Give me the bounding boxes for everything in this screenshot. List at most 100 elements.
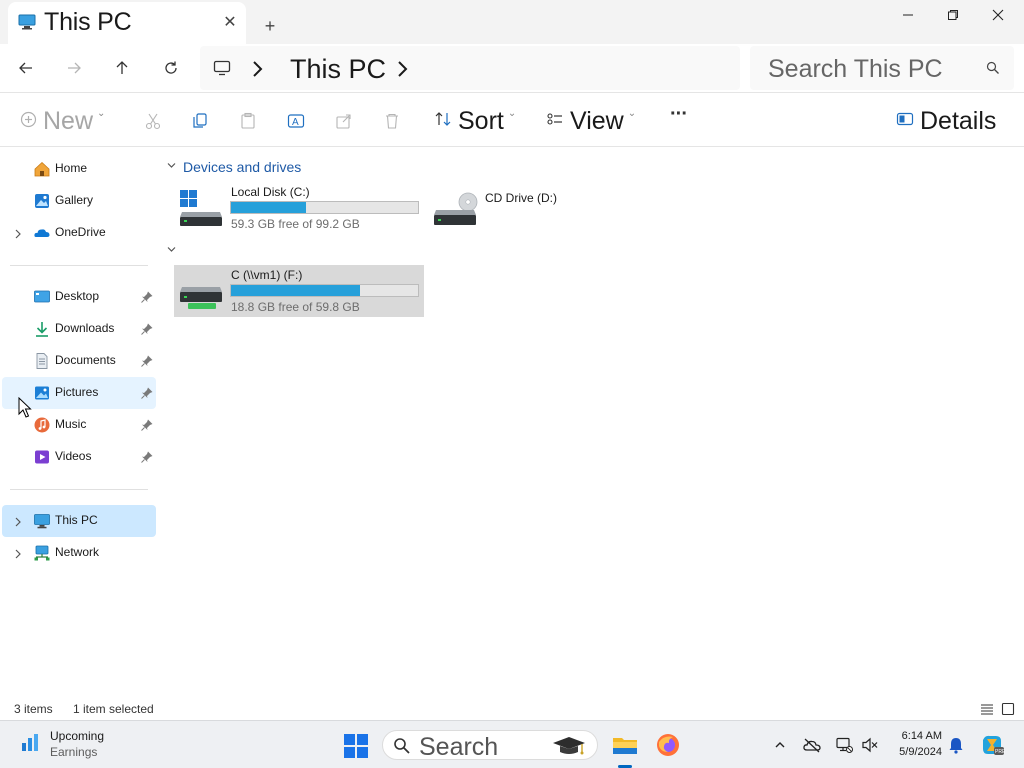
sidebar-item-onedrive[interactable]: OneDrive [2,217,156,249]
delete-icon[interactable] [382,111,402,131]
pin-icon[interactable] [140,386,154,400]
view-button[interactable]: View ⌄ [546,107,636,136]
tiles-view-icon[interactable] [1001,702,1015,721]
network-status-icon[interactable] [834,735,854,755]
copilot-icon[interactable]: PRE [978,731,1006,759]
title-tab-bar: This PC ✕ + [0,0,1024,44]
close-tab-icon[interactable]: ✕ [220,12,240,32]
pin-icon[interactable] [140,290,154,304]
selection-count: 1 item selected [73,702,154,716]
sidebar-item-home[interactable]: Home [2,153,156,185]
cd-drive-icon [434,190,478,230]
tab-this-pc[interactable]: This PC ✕ [8,2,246,44]
pictures-icon [33,384,51,402]
chevron-right-icon[interactable] [12,547,24,559]
sidebar-item-videos[interactable]: Videos [2,441,156,473]
forward-button[interactable] [58,52,90,84]
file-explorer-taskbar-icon[interactable] [611,731,639,759]
file-list: Devices and drives Local Disk (C:) 59.3 … [160,148,1024,700]
share-icon[interactable] [334,111,354,131]
details-view-icon[interactable] [980,702,994,721]
firefox-taskbar-icon[interactable] [654,731,682,759]
clock-date[interactable]: 5/9/2024 [890,746,942,758]
more-icon: ··· [670,103,688,125]
onedrive-icon [33,224,51,242]
taskbar-search[interactable]: Search [382,730,598,763]
chevron-down-icon[interactable] [166,242,177,260]
gallery-icon [33,192,51,210]
search-icon [986,61,1000,80]
sidebar-item-label: Downloads [55,321,115,335]
drive-usage-fill [231,202,306,213]
restore-button[interactable] [930,4,976,26]
breadcrumb-this-pc[interactable]: This PC [290,54,386,85]
group-header-network-locations[interactable] [166,242,177,260]
widget-title[interactable]: Upcoming [50,729,104,743]
taskbar-search-label: Search [419,733,499,761]
notifications-bell-icon[interactable] [946,735,966,755]
drive-item[interactable]: CD Drive (D:) [428,182,678,234]
minimize-button[interactable] [885,4,931,26]
pin-icon[interactable] [140,354,154,368]
copy-icon[interactable] [190,111,210,131]
breadcrumb-chevron-icon[interactable] [395,58,409,86]
address-row: This PC Search This PC [0,44,1024,92]
drive-item[interactable]: Local Disk (C:) 59.3 GB free of 99.2 GB [174,182,424,234]
sort-icon [434,110,452,133]
pin-icon[interactable] [140,322,154,336]
graduation-cap-icon [551,734,587,763]
sort-button[interactable]: Sort ⌄ [434,107,516,136]
pin-icon[interactable] [140,418,154,432]
sidebar-item-desktop[interactable]: Desktop [2,281,156,313]
search-input[interactable]: Search This PC [750,46,1014,90]
chevron-right-icon[interactable] [12,227,24,239]
videos-icon [33,448,51,466]
this-pc-icon [18,14,36,30]
close-window-button[interactable] [975,4,1021,26]
cloud-offline-icon[interactable] [802,735,822,755]
stocks-widget-icon[interactable] [20,731,42,758]
chevron-right-icon[interactable] [12,515,24,527]
see-more-button[interactable]: ··· [670,103,688,126]
sidebar-item-label: Network [55,545,100,559]
drive-usage-fill [231,285,361,296]
breadcrumb-chevron-icon[interactable] [250,58,264,86]
drive-name: C (\\vm1) (F:) [231,268,303,282]
chevron-down-icon: ⌄ [627,108,637,119]
refresh-button[interactable] [155,52,187,84]
paste-icon[interactable] [238,111,258,131]
back-button[interactable] [10,52,42,84]
sidebar-item-documents[interactable]: Documents [2,345,156,377]
navigation-pane: Home Gallery OneDrive Desktop Downloads [0,148,160,700]
address-bar[interactable]: This PC [200,46,740,90]
sidebar-item-label: Pictures [55,385,99,399]
chevron-down-icon: ⌄ [507,108,517,119]
drive-free-space: 59.3 GB free of 99.2 GB [231,217,360,231]
sidebar-item-downloads[interactable]: Downloads [2,313,156,345]
new-tab-button[interactable]: + [260,16,280,36]
documents-icon [33,352,51,370]
chevron-up-icon[interactable] [770,735,790,755]
up-button[interactable] [106,52,138,84]
drive-item[interactable]: C (\\vm1) (F:) 18.8 GB free of 59.8 GB [174,265,424,317]
clock-time[interactable]: 6:14 AM [890,730,942,742]
drive-name: Local Disk (C:) [231,185,310,199]
sidebar-item-network[interactable]: Network [2,537,156,569]
volume-muted-icon[interactable] [860,735,880,755]
cut-icon[interactable] [143,111,163,131]
group-header-devices[interactable]: Devices and drives [166,158,301,176]
rename-icon[interactable]: A [286,111,306,131]
command-bar: New ⌄ A Sort ⌄ View ⌄ ··· Details [0,93,1024,147]
item-count: 3 items [14,702,53,716]
details-button[interactable]: Details [896,107,996,136]
start-button[interactable] [344,734,368,763]
chevron-down-icon[interactable] [166,158,177,176]
taskbar: Upcoming Earnings Search 6:14 AM 5/9/202… [0,720,1024,768]
widget-subtitle[interactable]: Earnings [50,745,97,759]
pin-icon[interactable] [140,450,154,464]
view-label: View [570,107,624,135]
new-button[interactable]: New ⌄ [20,107,105,136]
sidebar-item-label: Videos [55,449,92,463]
sidebar-item-gallery[interactable]: Gallery [2,185,156,217]
sidebar-item-this-pc[interactable]: This PC [2,505,156,537]
